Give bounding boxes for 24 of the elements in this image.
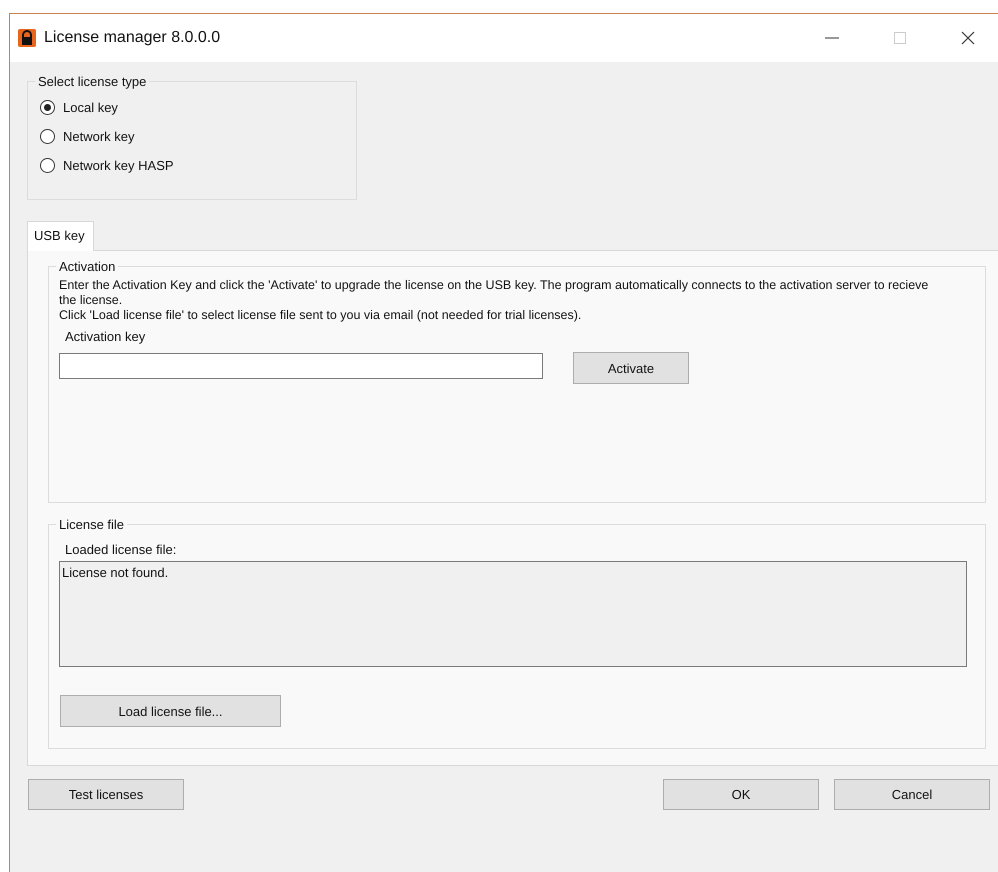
radio-button[interactable] bbox=[40, 129, 55, 144]
load-license-button[interactable]: Load license file... bbox=[60, 695, 281, 727]
radio-label[interactable]: Network key bbox=[63, 129, 135, 144]
description-text: Enter the Activation Key and click the 'Activate' to upgrade the license on the USB key. The program automatically connects to the activation server to recieve the license. bbox=[59, 278, 929, 308]
radio-button[interactable] bbox=[40, 100, 55, 115]
group-title: Select license type bbox=[37, 74, 148, 89]
field-label: Loaded license file: bbox=[65, 542, 178, 557]
radio-label[interactable]: Local key bbox=[63, 100, 118, 115]
radio-label[interactable]: Network key HASP bbox=[63, 158, 174, 173]
group-title: License file bbox=[58, 517, 126, 532]
ok-button[interactable]: OK bbox=[663, 779, 819, 810]
activation-key-field[interactable] bbox=[59, 353, 543, 379]
radio-button[interactable] bbox=[40, 158, 55, 173]
padlock-icon bbox=[18, 29, 36, 47]
close-icon[interactable] bbox=[960, 30, 976, 46]
tab[interactable]: USB key bbox=[27, 221, 94, 251]
cancel-button[interactable]: Cancel bbox=[834, 779, 990, 810]
test-licenses-button[interactable]: Test licenses bbox=[28, 779, 184, 810]
field-label: Activation key bbox=[65, 329, 146, 344]
window-title: License manager 8.0.0.0 bbox=[44, 29, 220, 47]
activate-button[interactable]: Activate bbox=[573, 352, 689, 384]
license-text-area[interactable]: License not found. bbox=[59, 561, 967, 667]
group-title: Activation bbox=[58, 259, 116, 274]
description-text: Click 'Load license file' to select license file sent to you via email (not needed for trial licenses). bbox=[59, 308, 582, 323]
